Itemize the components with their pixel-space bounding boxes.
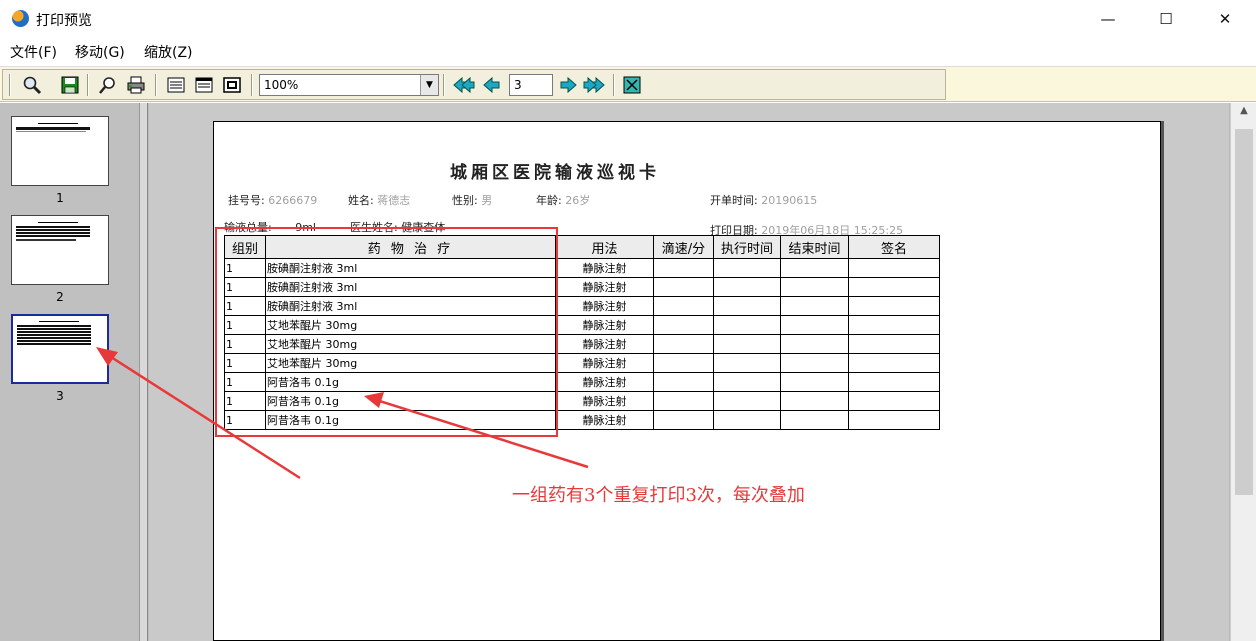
annotation-arrowhead [364,392,384,408]
annotation-arrowhead [96,347,118,366]
annotation-arrow-line [99,348,301,480]
annotation-text: 一组药有3个重复打印3次，每次叠加 [512,485,805,506]
annotation-arrow-line [369,396,589,469]
annotation-arrows [96,347,589,480]
